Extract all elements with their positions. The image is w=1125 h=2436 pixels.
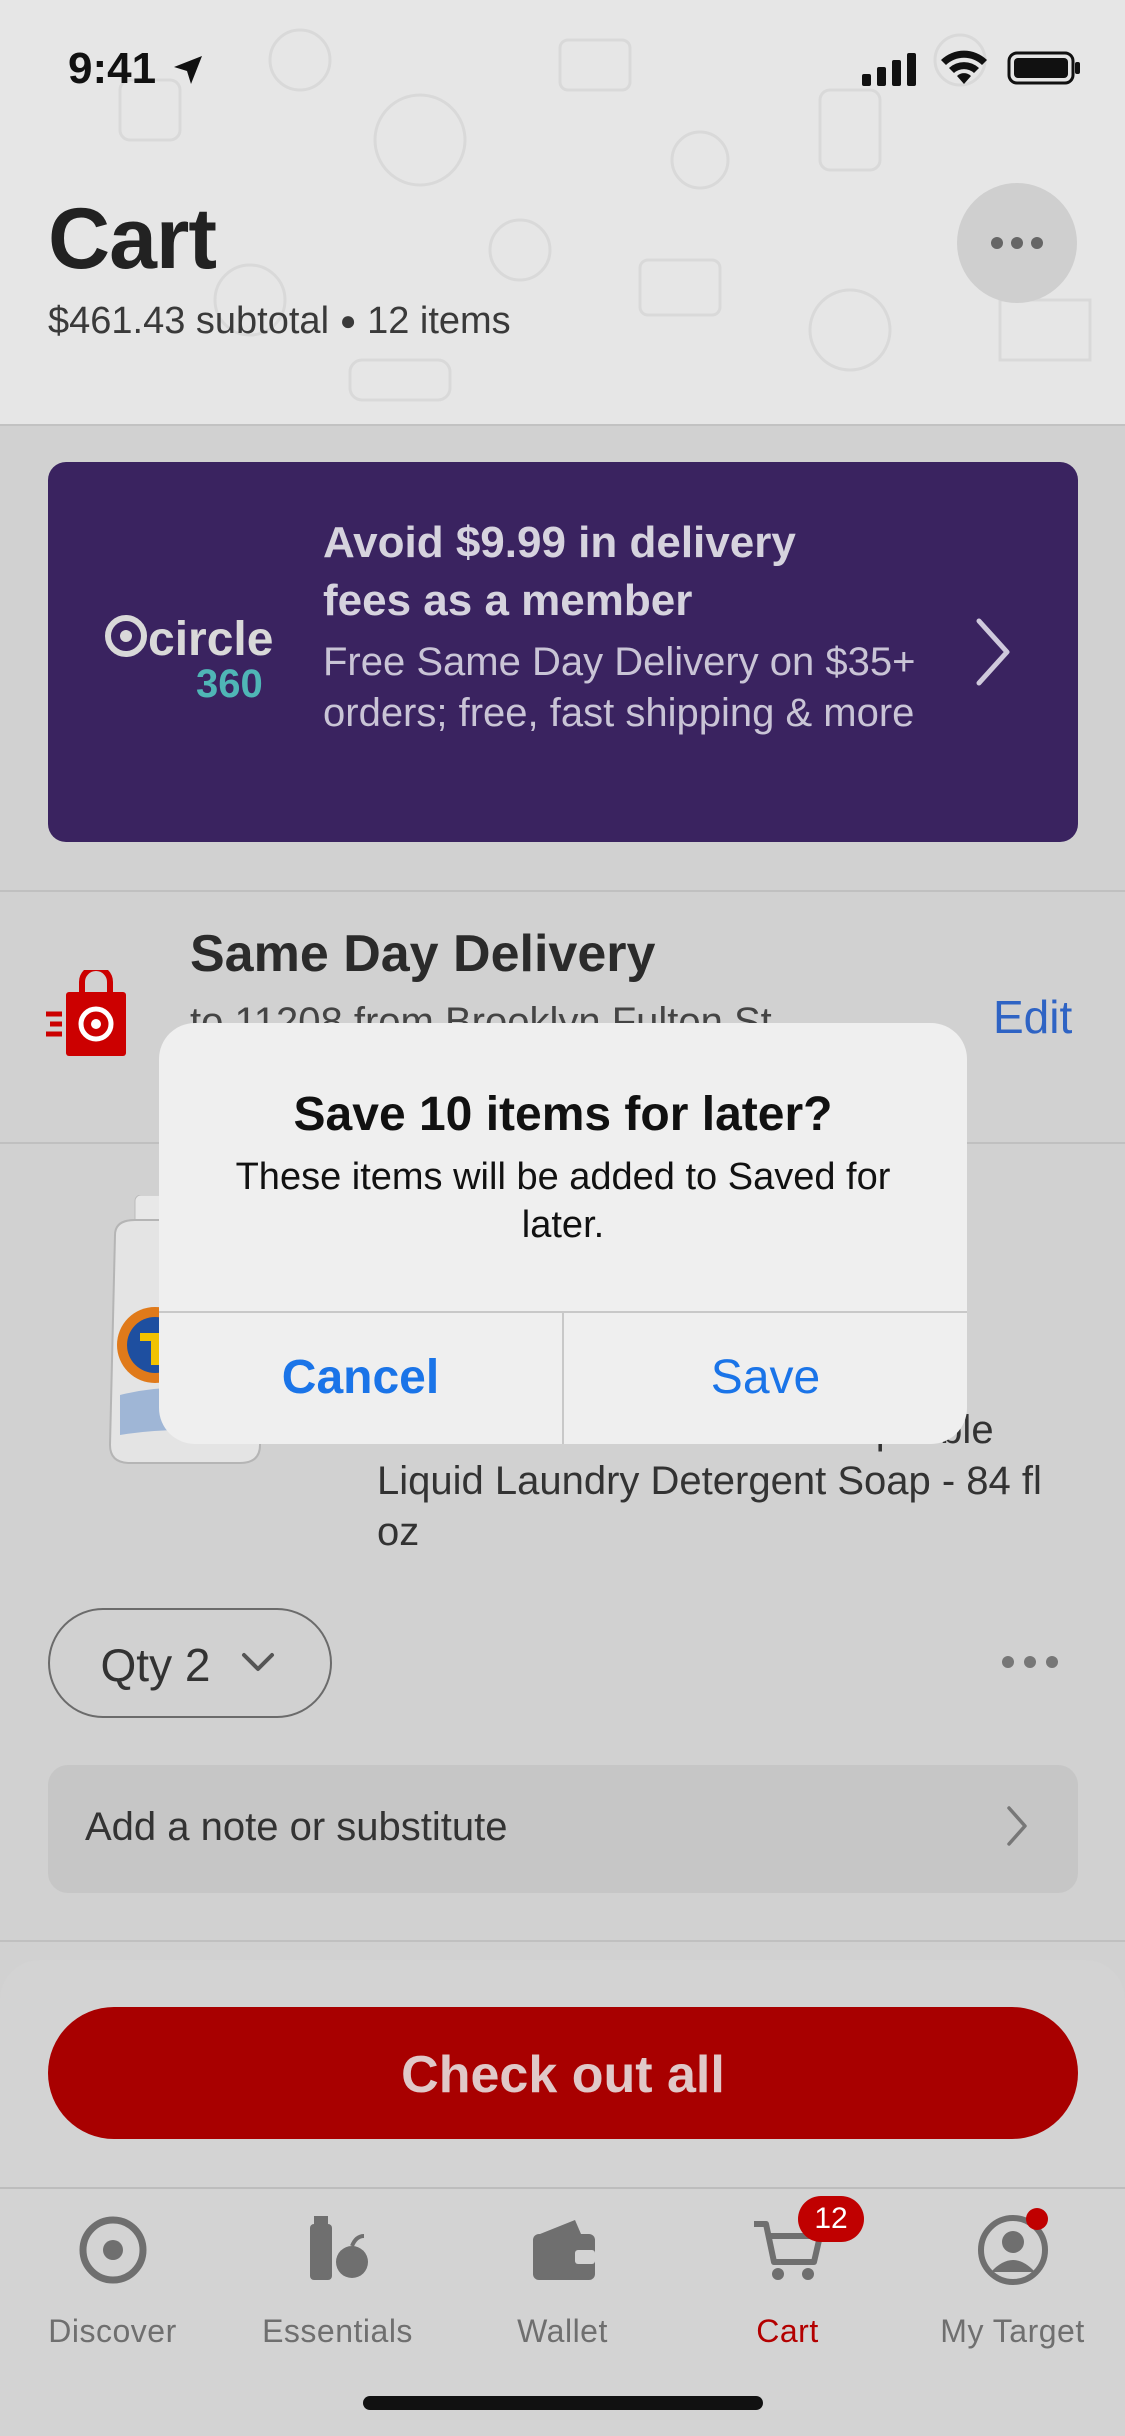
alert-title: Save 10 items for later? bbox=[293, 1088, 833, 1141]
status-time: 9:41 bbox=[68, 44, 157, 93]
location-arrow-icon bbox=[174, 56, 202, 84]
chevron-down-icon bbox=[242, 1653, 274, 1671]
tab-wallet[interactable]: Wallet bbox=[450, 2210, 675, 2350]
circle360-logo-icon bbox=[105, 615, 147, 657]
tab-label: My Target bbox=[940, 2313, 1085, 2349]
cancel-label: Cancel bbox=[281, 1351, 440, 1404]
tab-label: Discover bbox=[48, 2313, 177, 2349]
save-label: Save bbox=[710, 1351, 821, 1404]
section-divider bbox=[0, 1940, 1125, 1942]
summary-separator: ● bbox=[339, 305, 357, 336]
checkout-all-label: Check out all bbox=[401, 2046, 725, 2104]
page-title: Cart bbox=[48, 191, 217, 287]
cart-summary: $461.43 subtotal ● 12 items bbox=[48, 300, 511, 343]
cart-count-badge: 12 bbox=[798, 2196, 864, 2242]
save-for-later-alert: Save 10 items for later? These items wil… bbox=[159, 1023, 967, 1444]
header-divider bbox=[0, 424, 1125, 426]
tabbar-divider bbox=[0, 2187, 1125, 2189]
tab-label: Cart bbox=[756, 2313, 819, 2349]
tab-label: Essentials bbox=[262, 2313, 413, 2349]
cart-item-count: 12 items bbox=[367, 300, 511, 342]
tab-cart[interactable]: Cart bbox=[675, 2210, 900, 2350]
edit-delivery-link[interactable]: Edit bbox=[993, 990, 1072, 1044]
chevron-right-icon bbox=[1007, 1806, 1027, 1846]
header-more-button[interactable] bbox=[957, 183, 1077, 303]
cellular-signal-icon bbox=[862, 53, 917, 86]
tab-discover[interactable]: Discover bbox=[0, 2210, 225, 2350]
more-icon bbox=[991, 237, 1043, 249]
save-button[interactable]: Save bbox=[564, 1311, 967, 1444]
target-icon bbox=[79, 2216, 146, 2284]
circle360-logo-word: circle bbox=[148, 613, 274, 666]
circle360-logo-number: 360 bbox=[196, 662, 263, 706]
cancel-button[interactable]: Cancel bbox=[159, 1311, 562, 1444]
wallet-icon bbox=[532, 2220, 595, 2280]
tab-label: Wallet bbox=[517, 2313, 608, 2349]
essentials-icon bbox=[309, 2216, 368, 2280]
circle360-promo-banner[interactable]: circle 360 Avoid $9.99 in delivery fees … bbox=[48, 462, 1078, 842]
notification-dot bbox=[1026, 2208, 1048, 2230]
cart-subtotal: $461.43 subtotal bbox=[48, 300, 330, 342]
alert-message: These items will be added to Saved for l… bbox=[235, 1156, 891, 1246]
add-note-label: Add a note or substitute bbox=[85, 1805, 508, 1849]
delivery-method-title: Same Day Delivery bbox=[190, 925, 656, 983]
section-divider bbox=[0, 890, 1125, 892]
tab-essentials[interactable]: Essentials bbox=[225, 2210, 450, 2350]
quantity-label: Qty 2 bbox=[100, 1639, 211, 1691]
delivery-bag-icon bbox=[46, 970, 126, 1056]
promo-title: Avoid $9.99 in delivery fees as a member bbox=[323, 518, 796, 625]
promo-description: Free Same Day Delivery on $35+ orders; f… bbox=[323, 640, 916, 735]
item-more-icon[interactable] bbox=[1000, 1650, 1060, 1674]
cart-header: 9:41 Cart $461.43 subtotal ● 12 items bbox=[0, 0, 1125, 425]
home-indicator bbox=[363, 2396, 763, 2410]
wifi-icon bbox=[940, 50, 987, 84]
battery-icon bbox=[1007, 51, 1080, 85]
tab-my-target[interactable]: My Target bbox=[900, 2210, 1125, 2350]
status-icons bbox=[860, 50, 1081, 91]
chevron-right-icon bbox=[976, 618, 1010, 686]
